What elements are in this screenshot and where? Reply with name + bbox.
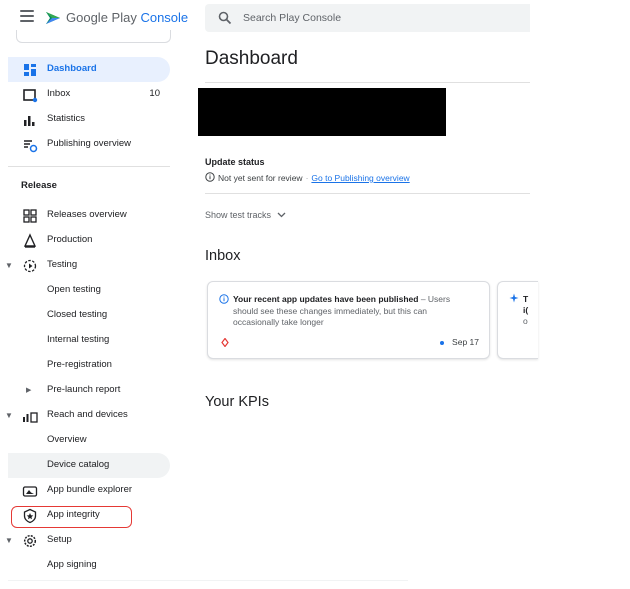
publishing-overview-link[interactable]: Go to Publishing overview (311, 173, 409, 183)
sidebar-item-inbox[interactable]: Inbox 10 (8, 82, 170, 107)
production-icon (23, 233, 37, 248)
info-icon (219, 294, 229, 304)
sidebar-item-app-integrity[interactable]: App integrity (8, 503, 170, 528)
section-release: Release (21, 180, 57, 191)
sidebar-item-pre-registration[interactable]: Pre-registration (8, 353, 170, 378)
chevron-down-icon[interactable]: ▼ (5, 536, 13, 545)
inbox-card-title: Your recent app updates have been publis… (233, 294, 419, 304)
shield-icon (23, 508, 37, 524)
play-console-logo (46, 12, 60, 24)
kpis-title: Your KPIs (205, 394, 269, 410)
chevron-down-icon[interactable]: ▼ (5, 411, 13, 420)
search-input[interactable] (243, 10, 513, 26)
sidebar-item-overview[interactable]: Overview (8, 428, 170, 453)
statistics-icon (24, 116, 35, 126)
reach-devices-icon (23, 412, 38, 423)
sidebar-item-open-testing[interactable]: Open testing (8, 278, 170, 303)
inbox-card[interactable]: Your recent app updates have been publis… (207, 281, 490, 359)
redacted-app-info (198, 88, 446, 136)
sidebar-item-app-bundle-explorer[interactable]: App bundle explorer (8, 478, 170, 503)
sidebar-item-production[interactable]: Production (8, 228, 170, 253)
chevron-down-icon[interactable]: ▼ (5, 261, 13, 270)
info-icon (205, 172, 215, 182)
brand-name: Google Play Console (66, 10, 189, 25)
app-icon (221, 338, 229, 347)
title-divider (205, 82, 530, 83)
update-divider (205, 193, 530, 194)
sidebar-item-pre-launch-report[interactable]: ▶ Pre-launch report (8, 378, 170, 403)
sidebar-item-testing[interactable]: ▼ Testing (5, 253, 170, 278)
sidebar-item-dashboard[interactable]: Dashboard (8, 57, 170, 82)
publishing-icon (24, 140, 38, 153)
sidebar-item-statistics[interactable]: Statistics (8, 107, 170, 132)
sidebar-item-publishing-overview[interactable]: Publishing overview (8, 132, 170, 157)
dashboard-icon (24, 64, 36, 76)
search-icon[interactable] (218, 11, 232, 25)
sidebar-item-device-catalog[interactable]: Device catalog (8, 453, 170, 478)
sidebar-header: Google Play Console (0, 0, 190, 43)
page-title: Dashboard (205, 48, 298, 69)
search-bar (205, 4, 530, 32)
sidebar-item-app-signing[interactable]: App signing (8, 553, 170, 578)
show-test-tracks-toggle[interactable]: Show test tracks (205, 210, 286, 220)
testing-icon (23, 259, 37, 273)
gear-icon (23, 534, 37, 548)
sparkle-icon (509, 293, 519, 303)
partial-card-text: Ti(o (523, 294, 529, 326)
inbox-card-partial[interactable]: Ti(o (497, 281, 538, 359)
inbox-icon (23, 89, 38, 103)
bottom-divider (8, 580, 408, 581)
sidebar-item-setup[interactable]: ▼ Setup (5, 528, 170, 553)
update-status-title: Update status (205, 157, 265, 167)
update-status-line: Not yet sent for review · Go to Publishing… (205, 172, 410, 183)
inbox-card-date: Sep 17 (440, 337, 479, 347)
sidebar-item-internal-testing[interactable]: Internal testing (8, 328, 170, 353)
inbox-card-text: Your recent app updates have been publis… (233, 294, 473, 329)
sidebar-item-closed-testing[interactable]: Closed testing (8, 303, 170, 328)
chevron-right-icon[interactable]: ▶ (26, 386, 31, 394)
menu-icon[interactable] (20, 10, 34, 22)
app-bundle-icon (22, 486, 38, 497)
chevron-down-icon (277, 212, 286, 218)
unread-dot (440, 340, 445, 345)
app-selector[interactable] (16, 30, 171, 43)
sidebar-item-releases-overview[interactable]: Releases overview (8, 203, 170, 228)
update-status-text: Not yet sent for review (218, 173, 303, 183)
sidebar: Google Play Console Dashboard Inbox 10 S… (0, 0, 408, 589)
inbox-count: 10 (149, 88, 160, 99)
inbox-title: Inbox (205, 248, 241, 264)
sidebar-divider (8, 166, 170, 167)
releases-overview-icon (23, 209, 37, 223)
sidebar-item-reach-and-devices[interactable]: ▼ Reach and devices (5, 403, 170, 428)
